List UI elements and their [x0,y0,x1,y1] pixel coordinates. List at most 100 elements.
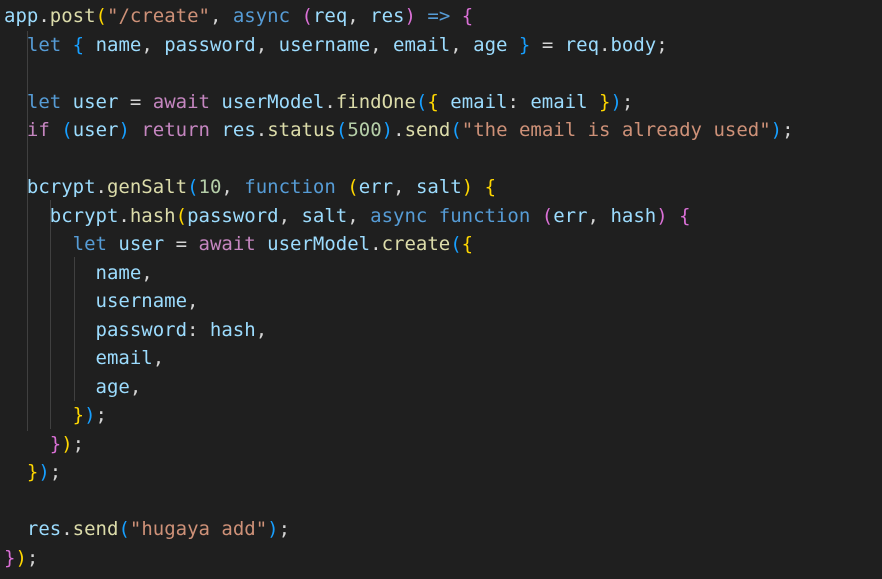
punctuation: , [347,5,371,27]
punctuation [61,91,72,113]
identifier: res [26,518,62,540]
punctuation [130,119,141,141]
code-editor[interactable]: app.post("/create", async (req, res) => … [0,0,882,579]
code-line[interactable] [4,59,794,88]
identifier: app [4,5,39,27]
punctuation [4,518,27,540]
bracket: ) [15,546,27,569]
punctuation [4,34,27,56]
identifier: user [72,119,119,141]
identifier: password [95,318,188,341]
bracket: } [26,461,39,483]
string-literal: "hugaya add" [129,518,268,540]
identifier: password [187,204,279,227]
bracket: ( [95,5,107,27]
control-keyword: await [198,233,256,255]
punctuation [416,5,427,27]
code-line[interactable]: res.send("hugaya add"); [4,515,794,544]
code-line[interactable]: let user = await userModel.findOne({ ema… [4,88,794,117]
code-line[interactable]: app.post("/create", async (req, res) => … [4,2,794,31]
punctuation: , [393,176,416,198]
code-line[interactable]: bcrypt.hash(password, salt, async functi… [4,202,794,231]
punctuation [588,91,599,113]
identifier: err [553,204,588,227]
punctuation [4,176,27,198]
punctuation [4,205,50,227]
bracket: ( [187,176,199,198]
punctuation: , [129,375,142,398]
punctuation [4,404,73,426]
bracket: ) [267,518,279,540]
keyword: let [26,90,62,113]
control-keyword: await [152,90,210,113]
punctuation [256,233,267,255]
function-name: hash [129,204,176,227]
identifier: userModel [267,233,371,255]
bracket: { [461,5,474,27]
code-line[interactable]: name, [4,259,794,288]
code-line[interactable]: username, [4,287,794,316]
punctuation: , [209,5,233,27]
keyword: function [438,204,531,227]
punctuation: . [324,90,336,113]
punctuation: , [187,290,199,312]
code-line[interactable]: age, [4,373,794,402]
punctuation: = [118,90,153,113]
bracket: } [72,404,85,426]
punctuation: = [530,33,565,56]
punctuation: . [255,119,268,141]
keyword: => [427,5,451,27]
bracket: ) [770,119,783,141]
bracket: ( [450,233,462,255]
identifier: err [358,176,394,198]
code-content[interactable]: app.post("/create", async (req, res) => … [4,2,794,572]
code-line[interactable]: email, [4,344,794,373]
punctuation [4,119,27,141]
bracket: ) [118,119,130,141]
code-line[interactable]: }); [4,458,794,487]
punctuation [4,262,96,284]
punctuation: = [164,233,199,255]
identifier: name [95,33,142,56]
code-line[interactable]: password: hash, [4,316,794,345]
code-line[interactable]: }); [4,401,794,430]
code-line[interactable]: }); [4,544,794,573]
bracket: ) [610,90,622,113]
identifier: age [473,33,508,56]
punctuation: . [38,5,50,27]
punctuation: ; [656,33,668,56]
code-line[interactable]: bcrypt.genSalt(10, function (err, salt) … [4,173,794,202]
identifier: user [118,233,165,255]
code-line[interactable]: if (user) return res.status(500).send("t… [4,116,794,145]
bracket: } [599,90,611,113]
identifier: salt [415,176,462,198]
punctuation: , [370,33,394,56]
function-name: genSalt [106,176,188,198]
punctuation [4,319,96,341]
punctuation: ; [278,518,291,540]
bracket: ( [541,204,554,227]
code-line[interactable] [4,145,794,174]
bracket: { [679,204,691,227]
bracket: ( [347,176,359,198]
identifier: bcrypt [26,176,96,198]
code-line[interactable]: let user = await userModel.create({ [4,230,794,259]
punctuation [4,376,96,398]
punctuation [61,34,72,56]
keyword: function [244,176,336,198]
string-literal: "the email is already used" [461,119,771,141]
bracket: ( [61,119,73,141]
bracket: ) [404,5,416,27]
punctuation: , [255,33,279,56]
code-line[interactable]: }); [4,430,794,459]
identifier: res [370,5,405,27]
punctuation: , [141,261,153,284]
keyword: let [72,233,107,255]
code-line[interactable]: let { name, password, username, email, a… [4,31,794,60]
code-line[interactable] [4,487,794,516]
keyword: async [370,204,428,227]
punctuation: . [599,33,611,56]
identifier: name [95,261,142,284]
identifier: salt [301,204,348,227]
punctuation: : [507,90,531,113]
